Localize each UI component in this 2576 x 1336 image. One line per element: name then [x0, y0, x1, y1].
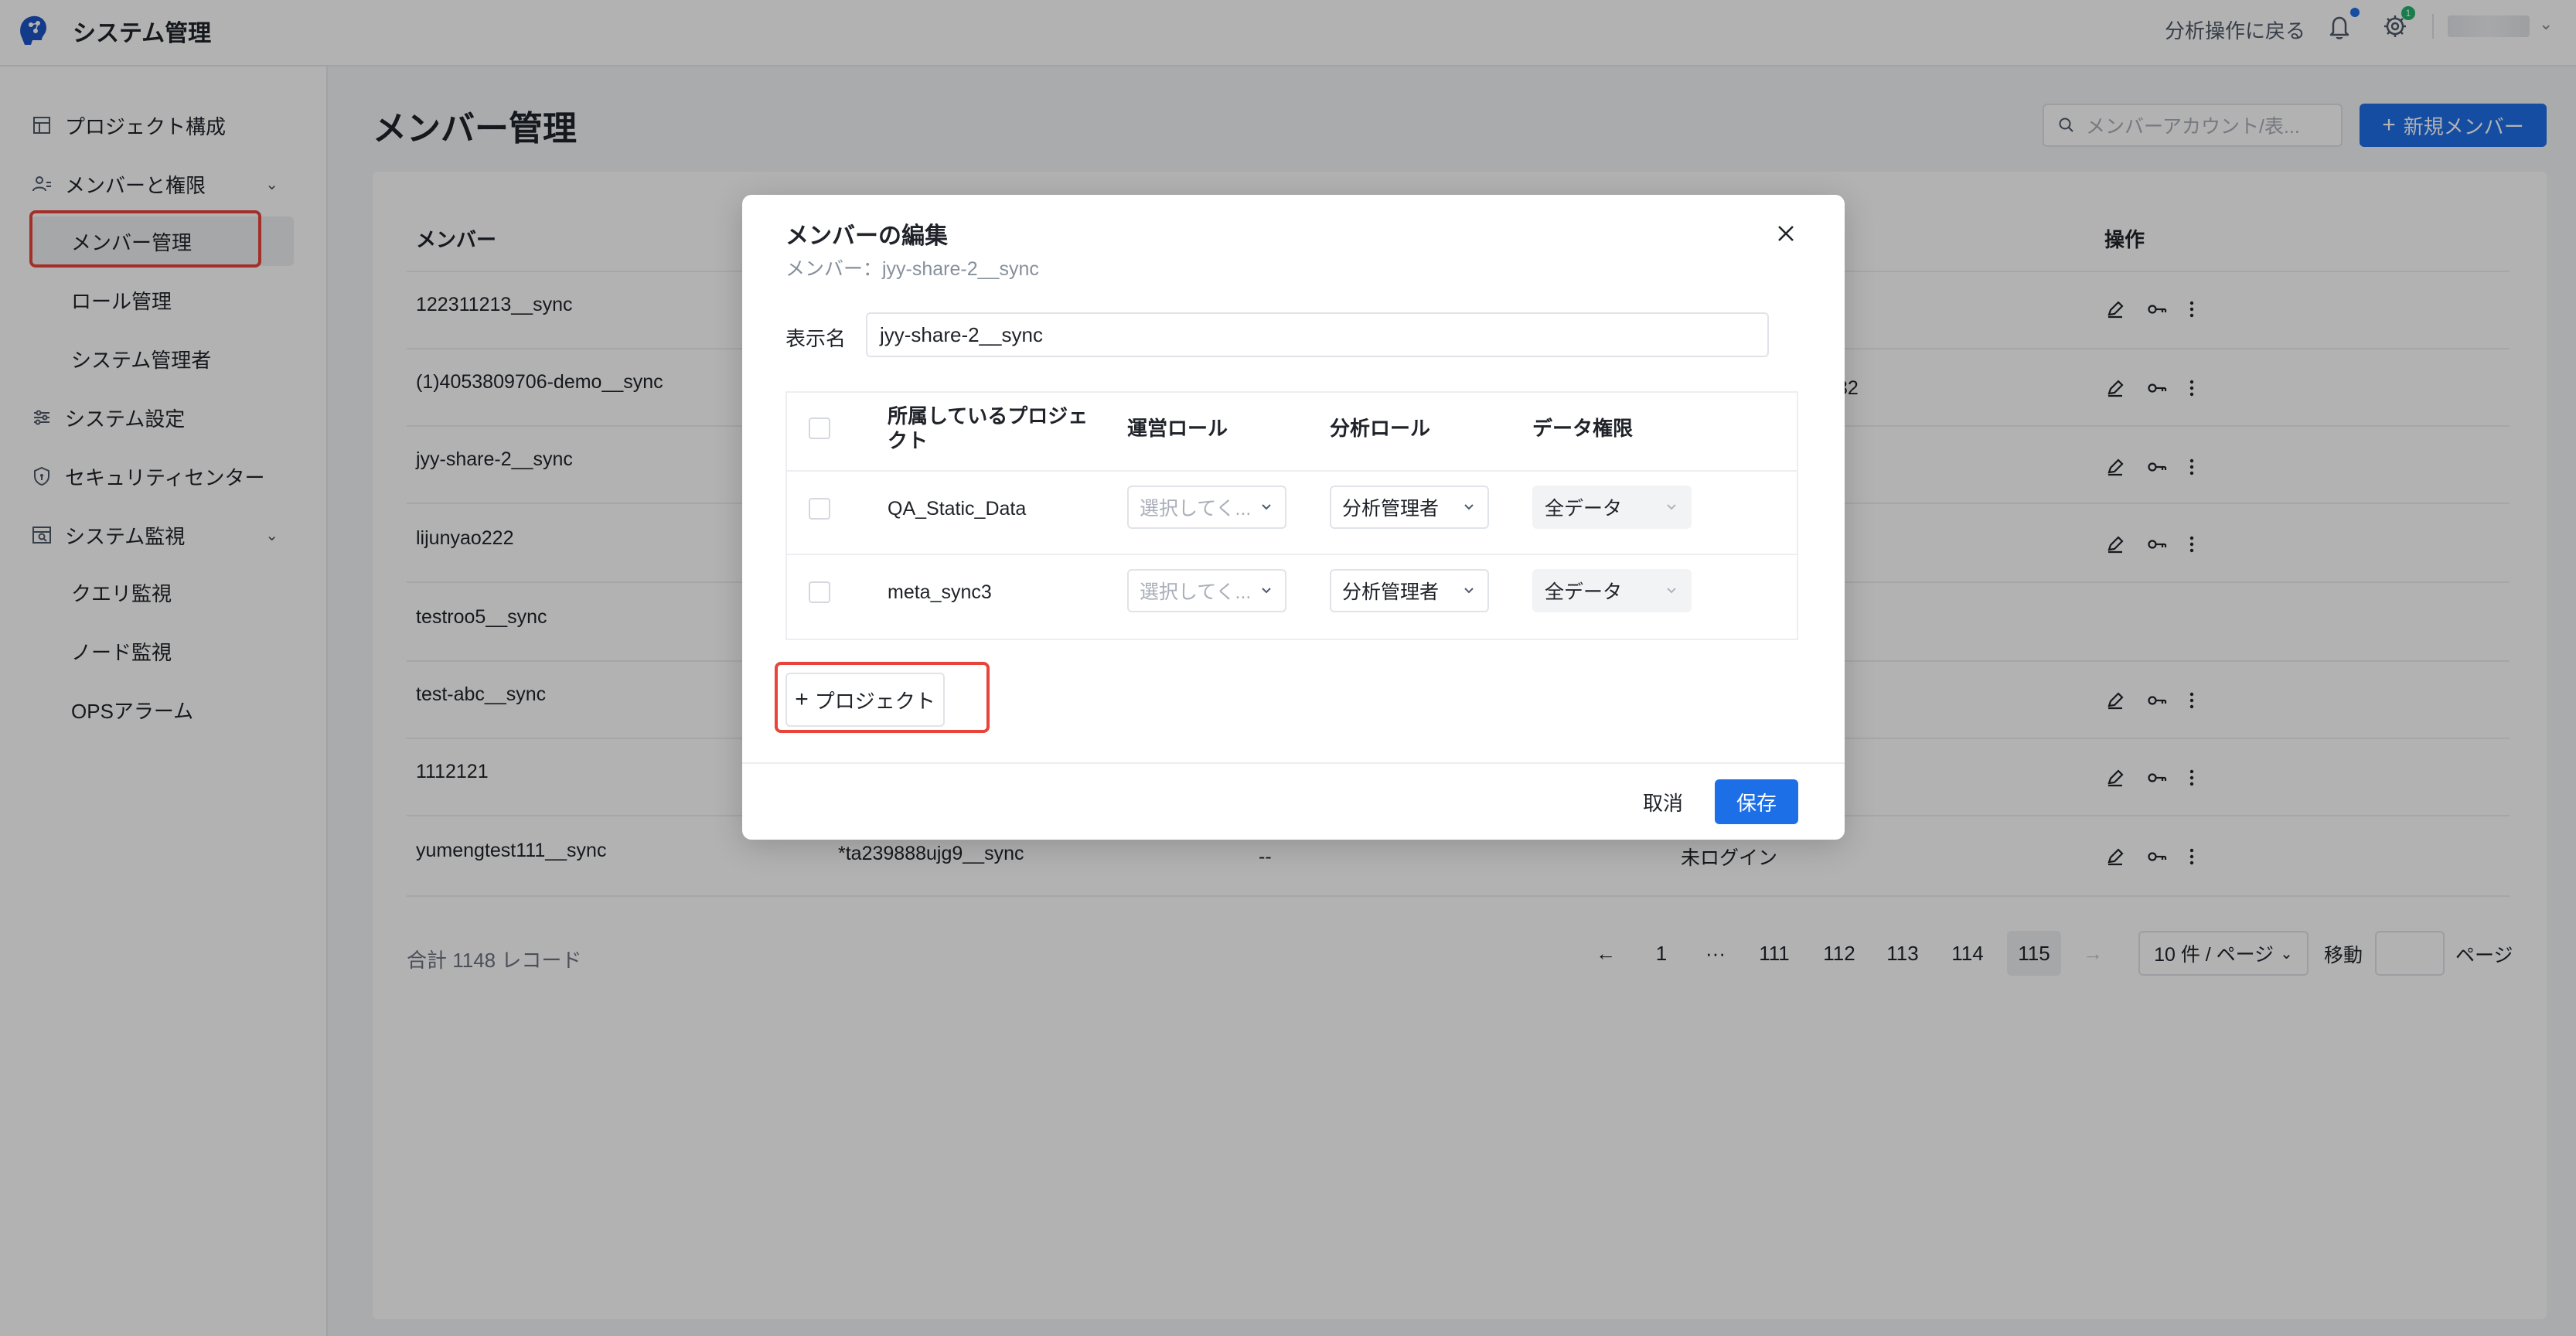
project-name: QA_Static_Data — [888, 498, 1027, 520]
dialog-subtitle: メンバー：jyy-share-2__sync — [785, 258, 1039, 280]
chevron-down-icon — [1667, 588, 1676, 594]
analysis-role-select[interactable]: 分析管理者 — [1330, 569, 1489, 612]
ops-role-select[interactable]: 選択してく... — [1127, 569, 1286, 612]
project-name: meta_sync3 — [888, 581, 992, 603]
edit-member-dialog: メンバーの編集 メンバー：jyy-share-2__sync 表示名 jyy-s… — [742, 195, 1845, 840]
column-header-data-permission: データ権限 — [1532, 417, 1634, 440]
data-permission-select[interactable]: 全データ — [1532, 569, 1692, 612]
data-permission-select[interactable]: 全データ — [1532, 486, 1692, 529]
dialog-footer-divider — [742, 762, 1845, 764]
ops-role-placeholder: 選択してく... — [1140, 581, 1252, 603]
column-header-analysis-role: 分析ロール — [1330, 417, 1431, 440]
display-name-input[interactable]: jyy-share-2__sync — [866, 312, 1769, 357]
analysis-role-value: 分析管理者 — [1342, 581, 1440, 603]
select-all-checkbox[interactable] — [809, 418, 830, 439]
ops-role-select[interactable]: 選択してく... — [1127, 486, 1286, 529]
chevron-down-icon — [1464, 504, 1474, 510]
chevron-down-icon — [1464, 588, 1474, 594]
table-divider — [787, 470, 1797, 472]
analysis-role-value: 分析管理者 — [1342, 498, 1440, 520]
column-header-ops-role: 運営ロール — [1127, 417, 1228, 440]
display-name-label: 表示名 — [785, 327, 847, 350]
row-checkbox[interactable] — [809, 498, 830, 520]
dialog-title: メンバーの編集 — [785, 223, 948, 249]
project-roles-table: 所属しているプロジェクト 運営ロール 分析ロール データ権限 QA_Static… — [785, 391, 1798, 640]
row-checkbox[interactable] — [809, 581, 830, 603]
highlight-box-add-project — [775, 662, 990, 733]
ops-role-placeholder: 選択してく... — [1140, 498, 1252, 520]
chevron-down-icon — [1262, 504, 1271, 510]
close-icon[interactable] — [1770, 218, 1801, 249]
table-divider — [787, 554, 1797, 555]
chevron-down-icon — [1667, 504, 1676, 510]
column-header-project: 所属しているプロジェクト — [888, 404, 1089, 452]
data-permission-value: 全データ — [1545, 581, 1623, 603]
chevron-down-icon — [1262, 588, 1271, 594]
analysis-role-select[interactable]: 分析管理者 — [1330, 486, 1489, 529]
cancel-button[interactable]: 取消 — [1628, 779, 1698, 824]
save-button[interactable]: 保存 — [1715, 779, 1798, 824]
data-permission-value: 全データ — [1545, 498, 1623, 520]
